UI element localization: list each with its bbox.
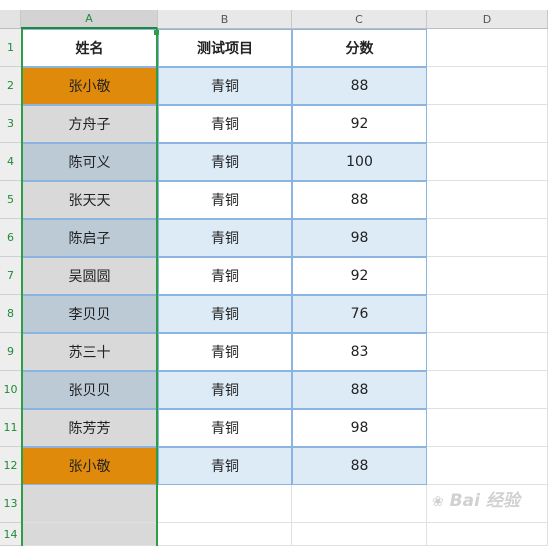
row-header-11[interactable]: 11 (0, 409, 21, 447)
empty-cell[interactable] (427, 409, 548, 447)
empty-cell[interactable] (427, 257, 548, 295)
row-header-14[interactable]: 14 (0, 523, 21, 546)
empty-cell[interactable] (427, 295, 548, 333)
empty-cell[interactable] (427, 371, 548, 409)
score-cell[interactable]: 88 (292, 67, 427, 105)
item-cell[interactable]: 青铜 (158, 333, 292, 371)
score-cell[interactable]: 88 (292, 371, 427, 409)
empty-cell[interactable] (158, 485, 292, 523)
column-header-c[interactable]: C (292, 10, 427, 29)
empty-cell[interactable] (427, 29, 548, 67)
row-header-3[interactable]: 3 (0, 105, 21, 143)
row-header-6[interactable]: 6 (0, 219, 21, 257)
spreadsheet: ABCD 1 2 3 4 5 6 7 8 9 10 11 12 13 14 姓名 测试项目 分数 张小敬 青铜 88… (0, 0, 548, 546)
baidu-watermark: ❀ Bai 经验 (432, 486, 520, 511)
score-cell[interactable]: 88 (292, 447, 427, 485)
name-cell[interactable]: 方舟子 (21, 105, 158, 143)
item-cell[interactable]: 青铜 (158, 105, 292, 143)
column-header-b[interactable]: B (158, 10, 292, 29)
column-header-a[interactable]: A (21, 10, 158, 29)
row-header-8[interactable]: 8 (0, 295, 21, 333)
item-cell[interactable]: 青铜 (158, 257, 292, 295)
baidu-paw-icon: ❀ (432, 494, 444, 510)
empty-cell[interactable] (427, 333, 548, 371)
header-cell-score[interactable]: 分数 (292, 29, 427, 67)
name-cell[interactable]: 张小敬 (21, 447, 158, 485)
empty-cell[interactable] (427, 67, 548, 105)
row-header-10[interactable]: 10 (0, 371, 21, 409)
name-cell[interactable]: 张贝贝 (21, 371, 158, 409)
empty-cell[interactable] (427, 523, 548, 546)
empty-cell[interactable] (427, 143, 548, 181)
name-cell[interactable]: 李贝贝 (21, 295, 158, 333)
row-header-2[interactable]: 2 (0, 67, 21, 105)
empty-cell[interactable] (427, 181, 548, 219)
item-cell[interactable]: 青铜 (158, 67, 292, 105)
empty-cell[interactable] (21, 485, 158, 523)
fill-handle[interactable] (154, 30, 159, 35)
watermark-text: Bai 经验 (449, 491, 520, 511)
row-header-7[interactable]: 7 (0, 257, 21, 295)
row-header-12[interactable]: 12 (0, 447, 21, 485)
name-cell[interactable]: 陈芳芳 (21, 409, 158, 447)
item-cell[interactable]: 青铜 (158, 447, 292, 485)
name-cell[interactable]: 吴圆圆 (21, 257, 158, 295)
header-cell-name[interactable]: 姓名 (21, 29, 158, 67)
name-cell[interactable]: 张天天 (21, 181, 158, 219)
row-header-9[interactable]: 9 (0, 333, 21, 371)
item-cell[interactable]: 青铜 (158, 143, 292, 181)
score-cell[interactable]: 100 (292, 143, 427, 181)
name-cell[interactable]: 陈可义 (21, 143, 158, 181)
corner-select-all[interactable] (0, 10, 21, 29)
empty-cell[interactable] (158, 523, 292, 546)
row-header-13[interactable]: 13 (0, 485, 21, 523)
empty-cell[interactable] (427, 219, 548, 257)
score-cell[interactable]: 83 (292, 333, 427, 371)
row-header-1[interactable]: 1 (0, 29, 21, 67)
item-cell[interactable]: 青铜 (158, 181, 292, 219)
empty-cell[interactable] (292, 523, 427, 546)
header-cell-item[interactable]: 测试项目 (158, 29, 292, 67)
item-cell[interactable]: 青铜 (158, 295, 292, 333)
score-cell[interactable]: 92 (292, 105, 427, 143)
name-cell[interactable]: 陈启子 (21, 219, 158, 257)
item-cell[interactable]: 青铜 (158, 371, 292, 409)
item-cell[interactable]: 青铜 (158, 219, 292, 257)
empty-cell[interactable] (292, 485, 427, 523)
name-cell[interactable]: 张小敬 (21, 67, 158, 105)
empty-cell[interactable] (427, 447, 548, 485)
score-cell[interactable]: 98 (292, 409, 427, 447)
empty-cell[interactable] (427, 105, 548, 143)
column-header-d[interactable]: D (427, 10, 548, 29)
score-cell[interactable]: 92 (292, 257, 427, 295)
score-cell[interactable]: 88 (292, 181, 427, 219)
score-cell[interactable]: 98 (292, 219, 427, 257)
item-cell[interactable]: 青铜 (158, 409, 292, 447)
empty-cell[interactable] (21, 523, 158, 546)
row-header-4[interactable]: 4 (0, 143, 21, 181)
name-cell[interactable]: 苏三十 (21, 333, 158, 371)
score-cell[interactable]: 76 (292, 295, 427, 333)
row-header-5[interactable]: 5 (0, 181, 21, 219)
